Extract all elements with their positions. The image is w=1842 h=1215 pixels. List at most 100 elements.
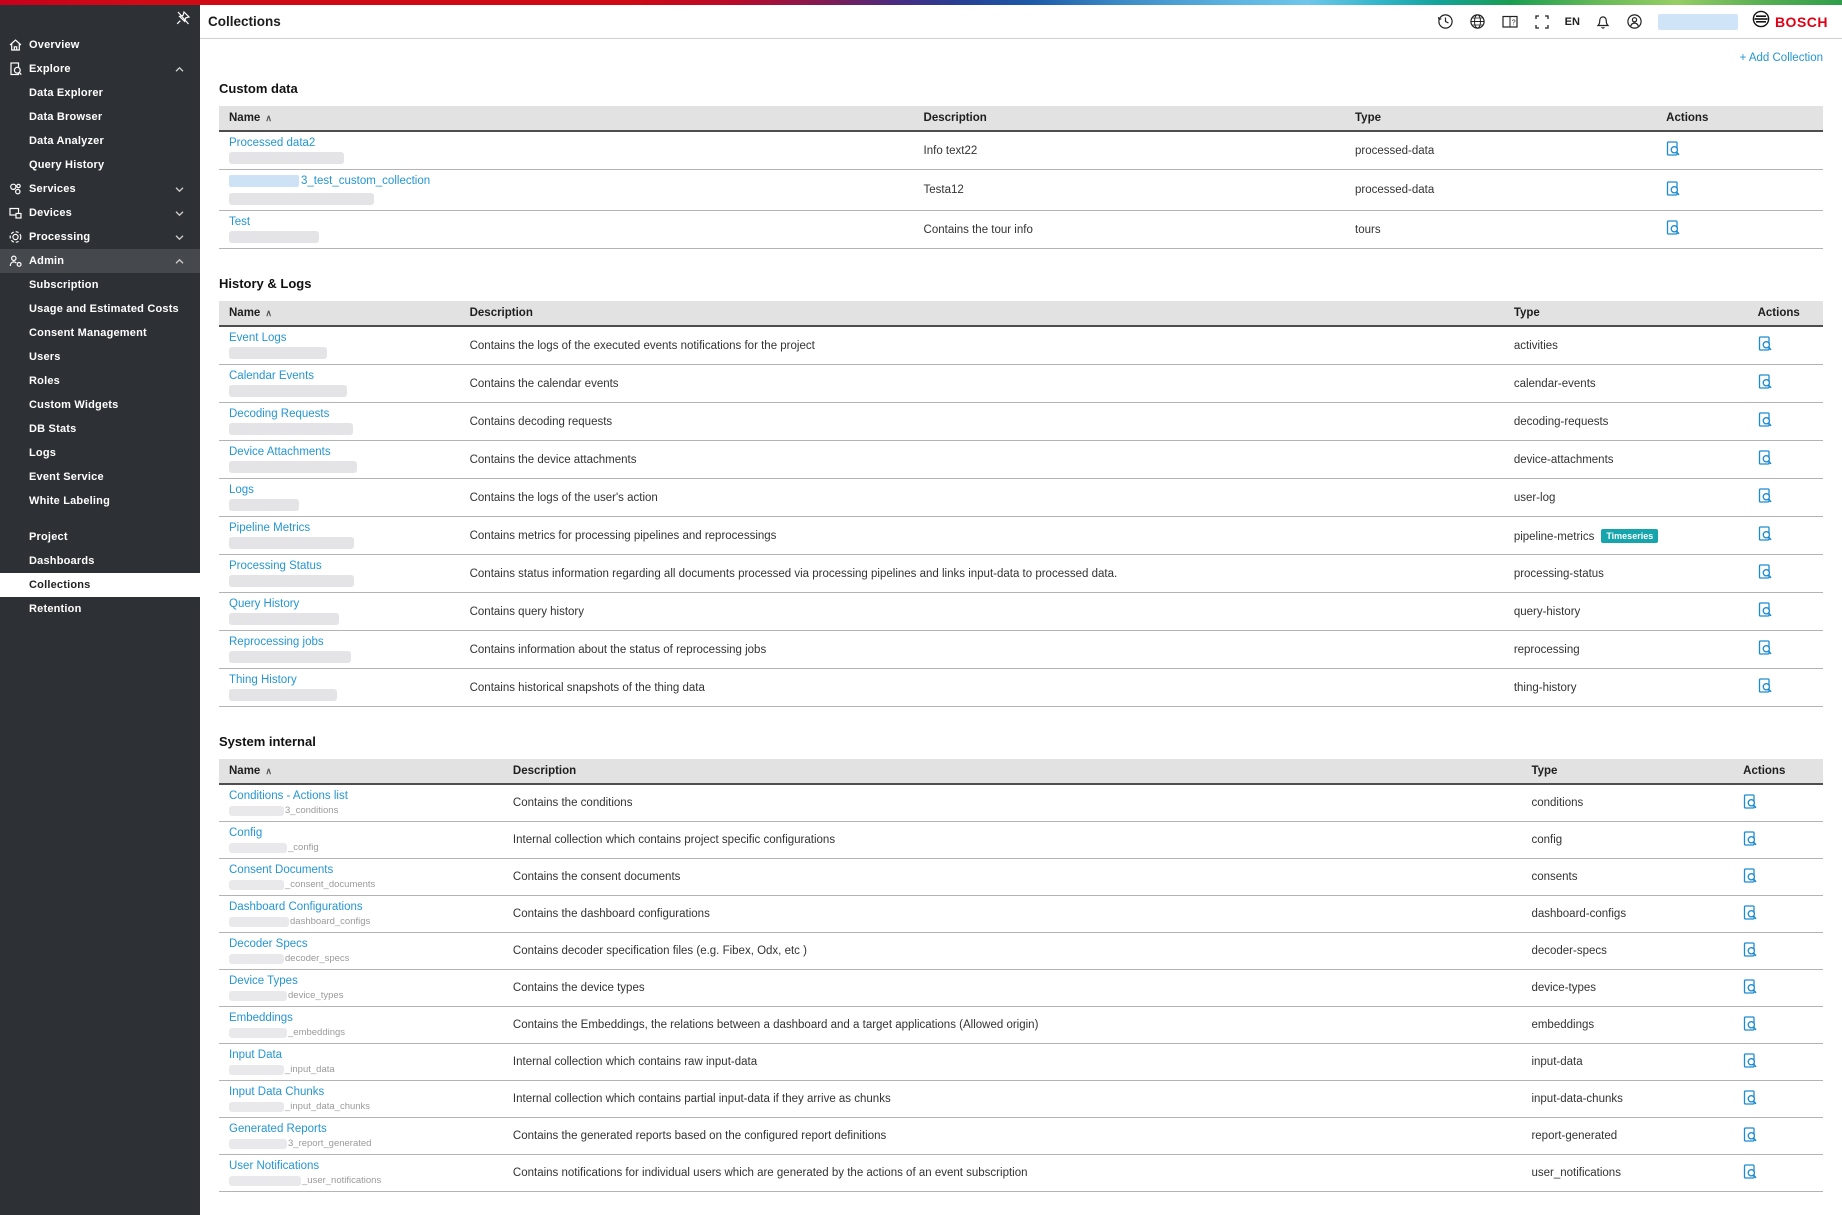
inspect-document-icon[interactable] — [1758, 450, 1773, 466]
collection-link[interactable]: Event Logs — [229, 332, 287, 344]
collection-link[interactable]: Consent Documents — [229, 864, 333, 876]
sidebar-item-collections[interactable]: Collections — [0, 573, 200, 597]
collection-link[interactable]: Thing History — [229, 674, 297, 686]
collection-link[interactable]: Processed data2 — [229, 137, 315, 149]
bell-icon[interactable] — [1594, 13, 1612, 31]
sort-asc-icon[interactable]: ∧ — [265, 308, 272, 318]
sidebar-item-subscription[interactable]: Subscription — [0, 273, 200, 297]
collection-link[interactable]: Reprocessing jobs — [229, 636, 324, 648]
collection-link[interactable]: Device Attachments — [229, 446, 331, 458]
inspect-document-icon[interactable] — [1758, 640, 1773, 656]
section-heading: System internal — [219, 734, 1823, 749]
sidebar-item-retention[interactable]: Retention — [0, 597, 200, 621]
inspect-document-icon[interactable] — [1743, 905, 1758, 921]
collection-link[interactable]: Decoding Requests — [229, 408, 329, 420]
sidebar-item-query-history[interactable]: Query History — [0, 153, 200, 177]
column-header-name[interactable]: Name∧ — [219, 106, 914, 131]
fullscreen-icon[interactable] — [1533, 13, 1551, 31]
collection-link[interactable]: Test — [229, 216, 250, 228]
sidebar-item-dashboards[interactable]: Dashboards — [0, 549, 200, 573]
collection-link[interactable]: Embeddings — [229, 1012, 293, 1024]
language-selector[interactable]: EN — [1565, 16, 1580, 28]
inspect-document-icon[interactable] — [1743, 868, 1758, 884]
name-cell: Conditions - Actions list3_conditions — [219, 784, 503, 822]
sidebar-item-usage-and-estimated-costs[interactable]: Usage and Estimated Costs — [0, 297, 200, 321]
collection-link[interactable]: User Notifications — [229, 1160, 319, 1172]
sidebar-item-roles[interactable]: Roles — [0, 369, 200, 393]
sidebar-item-users[interactable]: Users — [0, 345, 200, 369]
sidebar-item-explore[interactable]: Explore — [0, 57, 200, 81]
sort-asc-icon[interactable]: ∧ — [265, 113, 272, 123]
globe-icon[interactable] — [1469, 13, 1487, 31]
collection-id-subline: _config — [229, 842, 493, 853]
sidebar-item-data-explorer[interactable]: Data Explorer — [0, 81, 200, 105]
inspect-document-icon[interactable] — [1758, 678, 1773, 694]
table-row: Dashboard Configurations dashboard_config… — [219, 896, 1823, 933]
description-cell: Contains metrics for processing pipeline… — [460, 517, 1504, 555]
collection-link[interactable]: Processing Status — [229, 560, 322, 572]
inspect-document-icon[interactable] — [1743, 1090, 1758, 1106]
inspect-document-icon[interactable] — [1743, 1053, 1758, 1069]
collection-link[interactable]: Dashboard Configurations — [229, 901, 363, 913]
inspect-document-icon[interactable] — [1758, 526, 1773, 542]
sidebar-item-devices[interactable]: Devices — [0, 201, 200, 225]
sidebar-item-consent-management[interactable]: Consent Management — [0, 321, 200, 345]
sidebar-item-white-labeling[interactable]: White Labeling — [0, 489, 200, 513]
inspect-document-icon[interactable] — [1758, 374, 1773, 390]
inspect-document-icon[interactable] — [1758, 564, 1773, 580]
sidebar-item-custom-widgets[interactable]: Custom Widgets — [0, 393, 200, 417]
help-book-icon[interactable]: ? — [1501, 13, 1519, 31]
table-row: Device AttachmentsContains the device at… — [219, 441, 1823, 479]
history-icon[interactable] — [1437, 13, 1455, 31]
inspect-document-icon[interactable] — [1743, 942, 1758, 958]
column-header-name[interactable]: Name∧ — [219, 759, 503, 784]
chevron-down-icon — [174, 234, 188, 241]
collection-link[interactable]: Decoder Specs — [229, 938, 308, 950]
sort-asc-icon[interactable]: ∧ — [265, 766, 272, 776]
inspect-document-icon[interactable] — [1758, 602, 1773, 618]
column-header-name[interactable]: Name∧ — [219, 301, 460, 326]
inspect-document-icon[interactable] — [1666, 141, 1681, 157]
sidebar-item-event-service[interactable]: Event Service — [0, 465, 200, 489]
sidebar-item-overview[interactable]: Overview — [0, 33, 200, 57]
inspect-document-icon[interactable] — [1743, 1127, 1758, 1143]
sidebar-item-db-stats[interactable]: DB Stats — [0, 417, 200, 441]
inspect-document-icon[interactable] — [1743, 1016, 1758, 1032]
inspect-document-icon[interactable] — [1743, 794, 1758, 810]
inspect-document-icon[interactable] — [1743, 831, 1758, 847]
inspect-document-icon[interactable] — [1758, 336, 1773, 352]
inspect-document-icon[interactable] — [1743, 979, 1758, 995]
sidebar-item-label: Event Service — [29, 471, 200, 483]
inspect-document-icon[interactable] — [1743, 1164, 1758, 1180]
collection-link[interactable]: Query History — [229, 598, 299, 610]
sidebar-item-data-browser[interactable]: Data Browser — [0, 105, 200, 129]
actions-cell — [1656, 131, 1823, 170]
collection-id-subline: dashboard_configs — [229, 916, 493, 927]
sidebar-item-admin[interactable]: Admin — [0, 249, 200, 273]
inspect-document-icon[interactable] — [1758, 488, 1773, 504]
inspect-document-icon[interactable] — [1666, 220, 1681, 236]
add-collection-button[interactable]: + Add Collection — [1740, 52, 1823, 64]
collection-link[interactable]: Input Data Chunks — [229, 1086, 324, 1098]
collection-link[interactable]: Calendar Events — [229, 370, 314, 382]
table-custom-data: Name∧DescriptionTypeActionsProcessed dat… — [219, 106, 1823, 249]
sidebar-item-processing[interactable]: Processing — [0, 225, 200, 249]
collection-link[interactable]: Input Data — [229, 1049, 282, 1061]
account-icon[interactable] — [1626, 13, 1644, 31]
collection-link[interactable]: Pipeline Metrics — [229, 522, 310, 534]
sidebar-item-data-analyzer[interactable]: Data Analyzer — [0, 129, 200, 153]
collection-link[interactable]: Conditions - Actions list — [229, 790, 348, 802]
collection-id-subline — [229, 193, 904, 205]
inspect-document-icon[interactable] — [1758, 412, 1773, 428]
collection-link[interactable]: Generated Reports — [229, 1123, 327, 1135]
collection-link[interactable]: Device Types — [229, 975, 298, 987]
collection-link[interactable]: Config — [229, 827, 262, 839]
actions-cell — [1733, 822, 1823, 859]
sidebar-item-logs[interactable]: Logs — [0, 441, 200, 465]
inspect-document-icon[interactable] — [1666, 181, 1681, 197]
table-row: 3_test_custom_collectionTesta12processed… — [219, 170, 1823, 211]
collection-link[interactable]: Logs — [229, 484, 254, 496]
collection-link[interactable]: 3_test_custom_collection — [229, 175, 430, 187]
sidebar-item-services[interactable]: Services — [0, 177, 200, 201]
unpin-sidebar-icon[interactable] — [174, 9, 192, 27]
